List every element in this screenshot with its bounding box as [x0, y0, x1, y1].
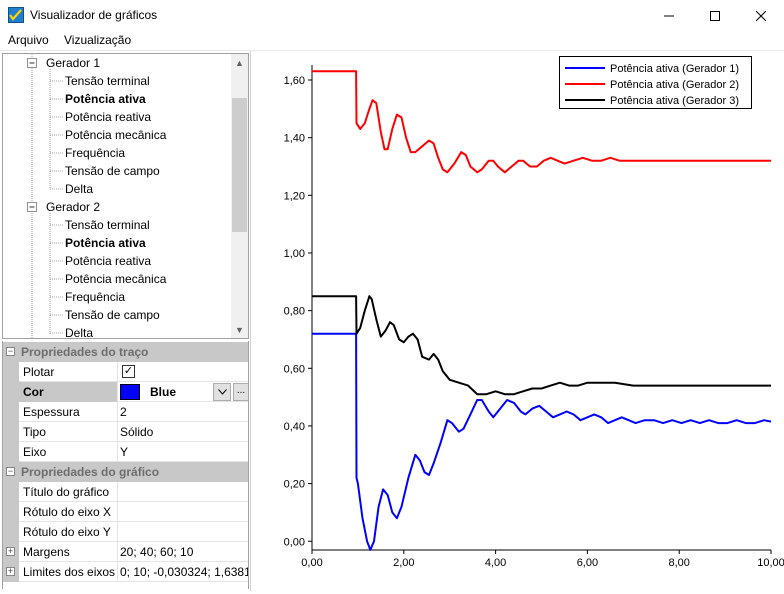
property-value[interactable]: 0; 10; -0,030324; 1,63815	[120, 565, 248, 579]
tree-node-frequencia[interactable]: Frequência	[65, 144, 125, 162]
category-label: Propriedades do traço	[21, 345, 149, 359]
tree-node-potencia-ativa[interactable]: Potência ativa	[65, 234, 146, 252]
property-value[interactable]: 20; 40; 60; 10	[120, 545, 193, 559]
expand-icon[interactable]: +	[6, 567, 15, 576]
tree-node-tensao-de-campo[interactable]: Tensão de campo	[65, 306, 160, 324]
close-button[interactable]	[738, 0, 784, 31]
x-tick-label: 2,00	[393, 557, 414, 569]
menu-vizualizacao[interactable]: Vizualização	[64, 33, 131, 47]
property-titulo-grafico[interactable]: Título do gráfico	[3, 482, 248, 502]
property-name: Espessura	[23, 405, 80, 419]
maximize-button[interactable]	[692, 0, 738, 31]
tree-node-gerador-1[interactable]: Gerador 1	[46, 54, 100, 72]
color-swatch	[120, 384, 140, 400]
property-tipo[interactable]: Tipo Sólido	[3, 422, 248, 442]
property-value[interactable]: 2	[120, 405, 127, 419]
property-margens[interactable]: + Margens 20; 40; 60; 10	[3, 542, 248, 562]
scroll-down-icon[interactable]: ▼	[231, 321, 248, 338]
tree-node-gerador-2[interactable]: Gerador 2	[46, 198, 100, 216]
scroll-thumb[interactable]	[232, 98, 247, 232]
line-chart: 0,00 0,20 0,40 0,60 0,80 1,00 1,20 1,40 1,60 0,00…	[284, 56, 784, 569]
collapse-icon	[27, 202, 37, 212]
property-name: Limites dos eixos	[23, 565, 116, 579]
tree-node-potencia-mecanica[interactable]: Potência mecânica	[65, 126, 166, 144]
chart-area: 0,00 0,20 0,40 0,60 0,80 1,00 1,20 1,40 1,60 0,00…	[251, 51, 784, 591]
close-icon	[756, 10, 766, 21]
y-tick-label: 0,40	[284, 421, 305, 433]
plot-checkbox[interactable]: ✓	[122, 365, 135, 378]
tree-node-delta[interactable]: Delta	[65, 324, 93, 338]
x-tick-label: 6,00	[577, 557, 598, 569]
tree-node-potencia-reativa[interactable]: Potência reativa	[65, 108, 151, 126]
property-value[interactable]: Sólido	[120, 425, 153, 439]
tree-node-potencia-mecanica[interactable]: Potência mecânica	[65, 270, 166, 288]
app-chart-icon	[8, 7, 24, 23]
legend-label-2: Potência ativa (Gerador 2)	[610, 79, 739, 91]
property-grid: − Propriedades do traço Plotar ✓ Cor Blu…	[2, 341, 249, 589]
series-line-3	[312, 295, 771, 396]
y-tick-label: 0,20	[284, 479, 305, 491]
y-tick-label: 0,80	[284, 306, 305, 318]
tree-node-tensao-de-campo[interactable]: Tensão de campo	[65, 162, 160, 180]
property-name: Rótulo do eixo Y	[23, 525, 111, 539]
category-label: Propriedades do gráfico	[21, 465, 160, 479]
color-value: Blue	[150, 385, 177, 399]
tree-node-delta[interactable]: Delta	[65, 180, 93, 198]
window-title: Visualizador de gráficos	[30, 8, 158, 22]
property-limites-eixos[interactable]: + Limites dos eixos 0; 10; -0,030324; 1,…	[3, 562, 248, 582]
tree-node-potencia-reativa[interactable]: Potência reativa	[65, 252, 151, 270]
y-tick-label: 0,60	[284, 363, 305, 375]
minimize-button[interactable]	[646, 0, 692, 31]
menu-bar: Arquivo Vizualização	[0, 31, 784, 50]
minimize-icon	[664, 15, 674, 16]
tree-node-potencia-ativa[interactable]: Potência ativa	[65, 90, 146, 108]
y-tick-label: 1,60	[284, 75, 305, 87]
tree-node-frequencia[interactable]: Frequência	[65, 288, 125, 306]
tree-node-tensao-terminal[interactable]: Tensão terminal	[65, 72, 150, 90]
maximize-icon	[710, 10, 720, 21]
tree-scrollbar[interactable]: ▲ ▼	[231, 54, 248, 338]
x-tick-label: 10,00	[757, 557, 784, 569]
title-bar: Visualizador de gráficos	[0, 0, 784, 31]
property-eixo[interactable]: Eixo Y	[3, 442, 248, 462]
property-espessura[interactable]: Espessura 2	[3, 402, 248, 422]
category-trace-properties[interactable]: − Propriedades do traço	[3, 342, 248, 362]
collapse-icon[interactable]: −	[6, 347, 15, 356]
signal-tree[interactable]: Gerador 1 Tensão terminal Potência ativa…	[2, 53, 249, 339]
color-ellipsis-button[interactable]: ...	[233, 383, 248, 401]
legend-label-3: Potência ativa (Gerador 3)	[610, 95, 739, 107]
y-tick-label: 0,00	[284, 536, 305, 548]
expand-icon[interactable]: +	[6, 547, 15, 556]
x-tick-label: 8,00	[668, 557, 689, 569]
property-name: Cor	[23, 385, 44, 399]
collapse-icon	[27, 58, 37, 68]
property-value[interactable]: Y	[120, 445, 128, 459]
category-chart-properties[interactable]: − Propriedades do gráfico	[3, 462, 248, 482]
property-rotulo-y[interactable]: Rótulo do eixo Y	[3, 522, 248, 542]
legend-label-1: Potência ativa (Gerador 1)	[610, 63, 739, 75]
menu-arquivo[interactable]: Arquivo	[8, 33, 49, 47]
property-name: Plotar	[23, 365, 55, 379]
collapse-icon[interactable]: −	[6, 467, 15, 476]
property-plotar[interactable]: Plotar ✓	[3, 362, 248, 382]
x-tick-label: 4,00	[485, 557, 506, 569]
property-name: Eixo	[23, 445, 47, 459]
scroll-up-icon[interactable]: ▲	[231, 54, 248, 71]
series-line-1	[312, 332, 772, 551]
x-tick-label: 0,00	[301, 557, 322, 569]
property-name: Rótulo do eixo X	[23, 505, 112, 519]
property-name: Tipo	[23, 425, 46, 439]
property-name: Título do gráfico	[23, 485, 110, 499]
color-dropdown-button[interactable]	[213, 383, 231, 401]
property-rotulo-x[interactable]: Rótulo do eixo X	[3, 502, 248, 522]
property-name: Margens	[23, 545, 70, 559]
chevron-down-icon	[217, 389, 227, 395]
tree-node-tensao-terminal[interactable]: Tensão terminal	[65, 216, 150, 234]
property-cor[interactable]: Cor Blue ...	[3, 382, 248, 402]
y-tick-label: 1,40	[284, 133, 305, 145]
y-tick-label: 1,00	[284, 248, 305, 260]
y-tick-label: 1,20	[284, 190, 305, 202]
